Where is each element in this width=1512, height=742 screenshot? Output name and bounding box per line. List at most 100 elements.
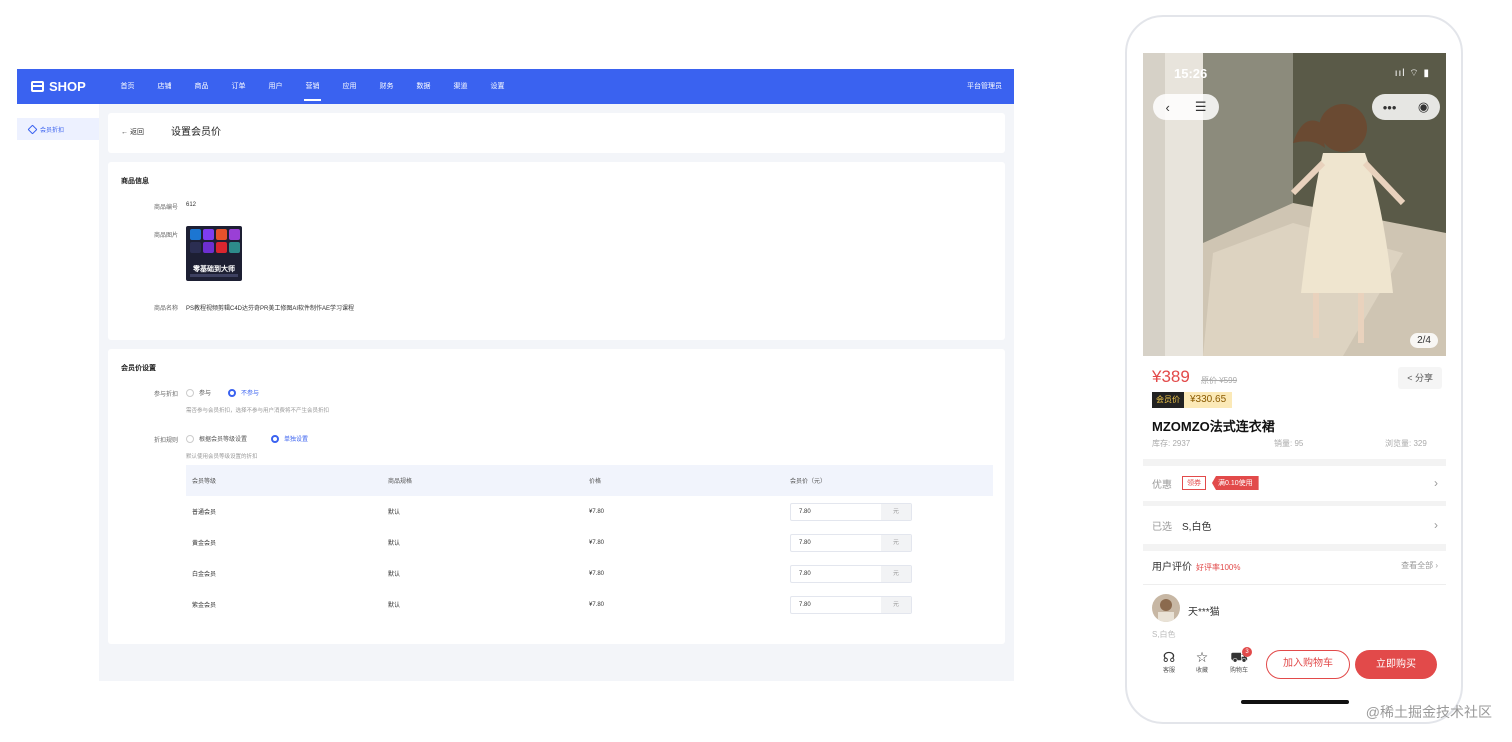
shop-icon bbox=[31, 81, 44, 92]
nav-item-finance[interactable]: 财务 bbox=[368, 69, 405, 104]
goods-id-label: 商品编号 bbox=[153, 205, 178, 211]
nav-item-channels[interactable]: 渠道 bbox=[442, 69, 479, 104]
member-price-input[interactable]: 7.80 元 bbox=[790, 595, 912, 614]
back-button[interactable]: ← 返回 bbox=[121, 113, 144, 153]
platform-admin-link[interactable]: 平台管理员 bbox=[967, 69, 1002, 104]
cell-level: 紫金会员 bbox=[192, 603, 217, 609]
nav-item-store[interactable]: 店铺 bbox=[146, 69, 183, 104]
cell-level: 白金会员 bbox=[192, 572, 217, 578]
radio-join[interactable]: 参与 bbox=[186, 388, 211, 397]
member-price-badge: 会员价 ¥330.65 bbox=[1152, 392, 1233, 408]
view-all-reviews-link[interactable]: 查看全部 › bbox=[1401, 560, 1438, 571]
divider bbox=[1143, 584, 1446, 585]
review-title: 用户评价 bbox=[1152, 562, 1192, 573]
cell-price: ¥7.80 bbox=[589, 601, 605, 608]
nav-item-settings[interactable]: 设置 bbox=[479, 69, 516, 104]
reviewer-name: 天***猫 bbox=[1188, 607, 1220, 618]
nav-item-marketing[interactable]: 营销 bbox=[294, 69, 331, 104]
radio-circle-checked bbox=[228, 388, 236, 397]
menu-icon[interactable]: ☰ bbox=[1195, 99, 1207, 115]
original-price: 原价 ¥599 bbox=[1201, 376, 1238, 385]
coupon-row[interactable]: 优惠 领券 满0.10使用 › bbox=[1152, 466, 1440, 500]
add-to-cart-button[interactable]: 加入购物车 bbox=[1266, 650, 1350, 679]
back-chevron-icon[interactable]: ‹ bbox=[1166, 100, 1170, 115]
nav-pill: ‹ ☰ bbox=[1153, 94, 1219, 120]
radio-circle bbox=[186, 388, 194, 397]
table-row: 黄金会员 默认 ¥7.80 7.80 元 bbox=[186, 527, 993, 558]
cart-badge: 3 bbox=[1242, 647, 1252, 657]
buy-now-button[interactable]: 立即购买 bbox=[1355, 650, 1437, 679]
member-price-input[interactable]: 7.80 元 bbox=[790, 533, 912, 552]
capsule-pill: ••• ◉ bbox=[1372, 94, 1440, 120]
nav-menu: 首页 店铺 商品 订单 用户 营销 应用 财务 数据 渠道 设置 bbox=[109, 69, 516, 104]
app-icons-grid bbox=[186, 226, 242, 253]
review-header: 用户评价 好评率100% 查看全部 › bbox=[1152, 558, 1440, 578]
coupon-label: 优惠 bbox=[1152, 479, 1172, 491]
selected-label: 已选 bbox=[1152, 521, 1172, 533]
radio-not-join[interactable]: 不参与 bbox=[228, 388, 259, 397]
favorite-button[interactable]: ☆ 收藏 bbox=[1188, 649, 1216, 674]
more-icon[interactable]: ••• bbox=[1383, 100, 1397, 115]
join-hint: 需否参与会员折扣，选择不参与用户消费将不产生会员折扣 bbox=[186, 408, 330, 414]
unit-suffix: 元 bbox=[881, 503, 911, 520]
cell-price: ¥7.80 bbox=[589, 539, 605, 546]
divider bbox=[1143, 501, 1446, 506]
cell-price: ¥7.80 bbox=[589, 570, 605, 577]
member-price-table: 会员等级 商品规格 价格 会员价（元） 普通会员 默认 ¥7.80 7.80 元 … bbox=[186, 465, 993, 620]
divider bbox=[1143, 459, 1446, 466]
discount-rule-label: 折扣规则 bbox=[153, 438, 178, 444]
cell-spec: 默认 bbox=[388, 541, 401, 547]
goods-info-card: 商品信息 商品编号 612 商品图片 零基础到大师 商品名称 PS教程视频剪辑C… bbox=[108, 162, 1005, 340]
close-target-icon[interactable]: ◉ bbox=[1418, 99, 1429, 115]
source-watermark: @稀土掘金技术社区 bbox=[1365, 704, 1492, 720]
section-title-member-price: 会员价设置 bbox=[121, 365, 156, 372]
nav-item-orders[interactable]: 订单 bbox=[220, 69, 257, 104]
radio-individual[interactable]: 单独设置 bbox=[271, 434, 308, 443]
unit-suffix: 元 bbox=[881, 596, 911, 613]
member-price-input[interactable]: 7.80 元 bbox=[790, 564, 912, 583]
member-price-input[interactable]: 7.80 元 bbox=[790, 502, 912, 521]
image-counter: 2/4 bbox=[1410, 333, 1438, 348]
sidebar-item-member-discount[interactable]: 会员折扣 bbox=[17, 118, 99, 140]
tag-icon bbox=[27, 124, 38, 134]
member-price-value: ¥330.65 bbox=[1184, 392, 1233, 408]
table-row: 普通会员 默认 ¥7.80 7.80 元 bbox=[186, 496, 993, 527]
member-price-card: 会员价设置 参与折扣 参与 不参与 需否参与会员折扣，选择不参与用户消费将不产生… bbox=[108, 349, 1005, 644]
bottom-action-bar: ☊ 客服 ☆ 收藏 ⛟ 3 购物车 加入购物车 立即购买 bbox=[1143, 641, 1446, 689]
nav-item-home[interactable]: 首页 bbox=[109, 69, 146, 104]
review-spec: S,白色 bbox=[1152, 630, 1176, 639]
nav-item-data[interactable]: 数据 bbox=[405, 69, 442, 104]
share-button[interactable]: < 分享 bbox=[1398, 367, 1442, 389]
table-row: 紫金会员 默认 ¥7.80 7.80 元 bbox=[186, 589, 993, 620]
product-photo[interactable]: 15:26 ııl ⌔ ▮ ‹ ☰ ••• ◉ 2/4 bbox=[1143, 53, 1446, 356]
nav-item-apps[interactable]: 应用 bbox=[331, 69, 368, 104]
sales-count: 销量: 95 bbox=[1274, 439, 1304, 448]
review-rate: 好评率100% bbox=[1196, 563, 1241, 572]
goods-title: MZOMZO法式连衣裙 bbox=[1152, 419, 1275, 434]
radio-by-level[interactable]: 根据会员等级设置 bbox=[186, 434, 247, 443]
goods-image[interactable]: 零基础到大师 bbox=[186, 226, 242, 281]
col-header-member-price: 会员价（元） bbox=[790, 479, 827, 485]
sidebar: 会员折扣 bbox=[17, 104, 99, 681]
goods-image-label: 商品图片 bbox=[153, 233, 178, 239]
sale-price: ¥389 bbox=[1152, 367, 1190, 386]
selected-value: S,白色 bbox=[1182, 521, 1212, 533]
cart-button[interactable]: ⛟ 3 购物车 bbox=[1225, 647, 1253, 674]
nav-item-goods[interactable]: 商品 bbox=[183, 69, 220, 104]
view-count: 浏览量: 329 bbox=[1385, 439, 1427, 448]
col-header-level: 会员等级 bbox=[192, 479, 217, 485]
cell-level: 黄金会员 bbox=[192, 541, 217, 547]
goods-id-value: 612 bbox=[186, 202, 197, 208]
col-header-price: 价格 bbox=[589, 479, 602, 485]
coupon-value: 满0.10使用 bbox=[1212, 476, 1259, 490]
rule-hint: 默认使用会员等级设置的折扣 bbox=[186, 454, 258, 460]
price-row: ¥389 原价 ¥599 < 分享 bbox=[1152, 367, 1442, 391]
selected-spec-row[interactable]: 已选 S,白色 › bbox=[1152, 508, 1440, 542]
join-discount-label: 参与折扣 bbox=[153, 392, 178, 398]
home-indicator bbox=[1241, 700, 1349, 704]
coupon-tag: 领券 bbox=[1182, 476, 1206, 490]
nav-item-users[interactable]: 用户 bbox=[257, 69, 294, 104]
cell-level: 普通会员 bbox=[192, 510, 217, 516]
service-button[interactable]: ☊ 客服 bbox=[1155, 649, 1183, 674]
logo[interactable]: SHOP bbox=[31, 69, 86, 104]
